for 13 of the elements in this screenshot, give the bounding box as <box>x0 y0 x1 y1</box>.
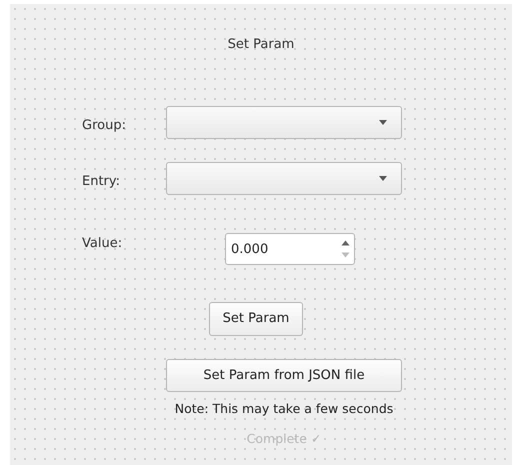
field-label: Group: <box>82 117 127 135</box>
field-label: Value: <box>82 235 124 253</box>
field-label: Entry: <box>82 173 122 191</box>
dropdown[interactable] <box>166 106 402 139</box>
dialog-title: Set Param <box>228 36 294 54</box>
dropdown[interactable] <box>166 162 402 195</box>
caret-icon <box>379 120 387 125</box>
spin-arrows-icon[interactable] <box>341 239 350 259</box>
caret-icon <box>379 176 387 181</box>
set-param-button[interactable]: Set Param <box>209 302 303 336</box>
number-spinbox[interactable]: 0.000 <box>225 233 355 265</box>
note-text: Note: This may take a few seconds <box>174 400 394 418</box>
json-file-button[interactable]: Set Param from JSON file <box>166 359 402 392</box>
